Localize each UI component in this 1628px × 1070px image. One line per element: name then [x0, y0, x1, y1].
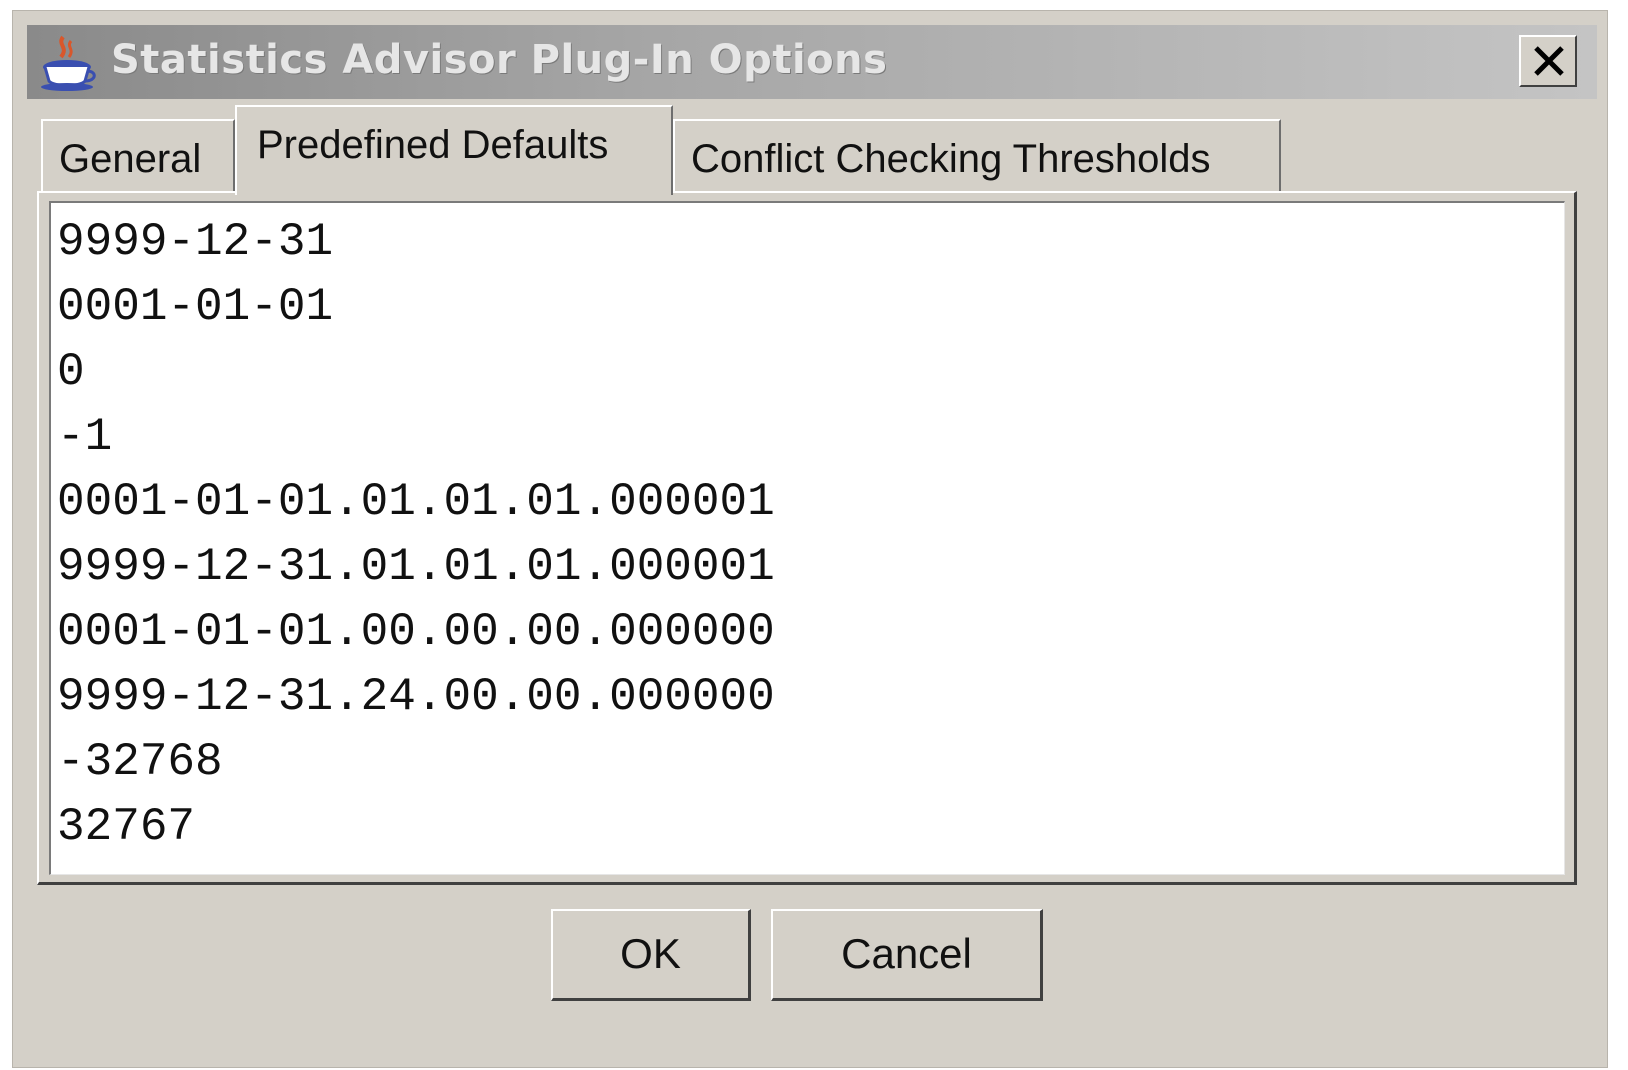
tab-predefined-defaults[interactable]: Predefined Defaults [235, 105, 673, 195]
defaults-line: 32767 [57, 801, 196, 853]
window-title: Statistics Advisor Plug-In Options [111, 37, 888, 83]
defaults-line: 0001-01-01.01.01.01.000001 [57, 476, 775, 528]
tab-conflict-checking-thresholds[interactable]: Conflict Checking Thresholds [673, 119, 1281, 193]
title-bar[interactable]: Statistics Advisor Plug-In Options [27, 25, 1597, 99]
defaults-line: 9999-12-31 [57, 216, 334, 268]
defaults-line: -1 [57, 411, 113, 463]
defaults-line: 9999-12-31.01.01.01.000001 [57, 541, 775, 593]
defaults-line: 0001-01-01 [57, 281, 334, 333]
close-button[interactable] [1519, 35, 1577, 87]
defaults-text-area[interactable]: 9999-12-31 0001-01-01 0 -1 0001-01-01.01… [49, 201, 1565, 875]
tab-panel: 9999-12-31 0001-01-01 0 -1 0001-01-01.01… [37, 191, 1577, 885]
close-icon [1534, 46, 1564, 76]
tab-predefined-defaults-label: Predefined Defaults [257, 123, 609, 167]
defaults-line: -32768 [57, 736, 223, 788]
ok-button[interactable]: OK [551, 909, 751, 1001]
cancel-button[interactable]: Cancel [771, 909, 1043, 1001]
options-dialog: Statistics Advisor Plug-In Options Gener… [12, 10, 1608, 1068]
defaults-line: 0 [57, 346, 85, 398]
tab-conflict-checking-thresholds-label: Conflict Checking Thresholds [691, 137, 1211, 181]
tab-general-label: General [59, 137, 202, 181]
java-coffee-cup-icon [37, 33, 99, 93]
defaults-line: 0001-01-01.00.00.00.000000 [57, 606, 775, 658]
defaults-line: 9999-12-31.24.00.00.000000 [57, 671, 775, 723]
tab-general[interactable]: General [41, 119, 235, 193]
